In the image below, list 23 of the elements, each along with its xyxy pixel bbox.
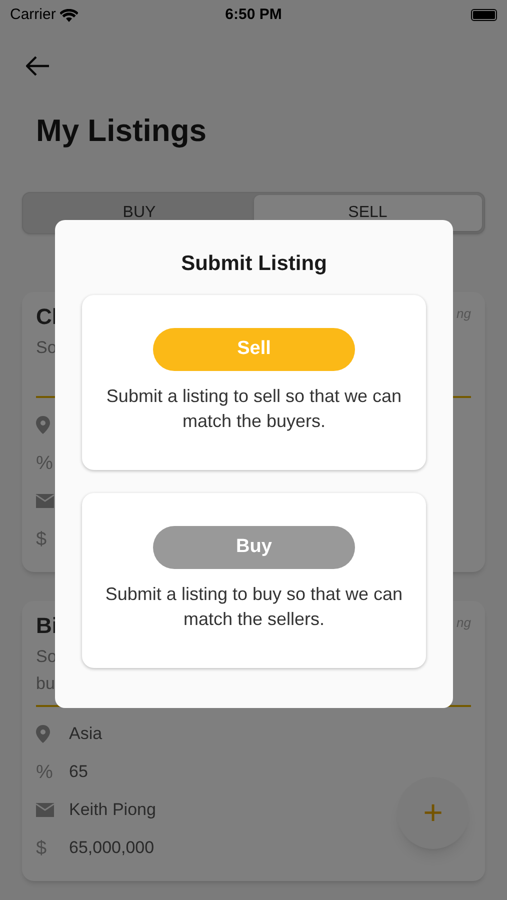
wifi-icon xyxy=(60,8,78,22)
symbol-icon: $ xyxy=(36,530,47,548)
location-pin-icon xyxy=(36,725,50,743)
symbol-icon: $ xyxy=(36,838,47,858)
option-description: Submit a listing to sell so that we can match the buyers. xyxy=(105,385,403,433)
detail-text: Keith Piong xyxy=(69,799,156,822)
detail-text: 65 xyxy=(69,761,88,784)
detail-text: 65,000,000 xyxy=(69,837,154,860)
status-time: 6:50 PM xyxy=(225,4,282,25)
symbol-icon: % xyxy=(36,762,53,782)
tab[interactable]: BUY xyxy=(25,195,254,231)
detail-text: Asia xyxy=(69,723,102,746)
listing-description: bu xyxy=(36,673,55,695)
mail-icon xyxy=(36,803,54,817)
location-pin-icon xyxy=(36,416,50,434)
page-title: My Listings xyxy=(35,112,208,150)
symbol-icon: % xyxy=(36,454,53,472)
buy-button[interactable]: Buy xyxy=(153,526,355,569)
back-arrow-icon[interactable] xyxy=(26,56,50,76)
carrier-label: Carrier xyxy=(10,4,56,25)
dialog-title: Submit Listing xyxy=(180,251,328,276)
sell-button[interactable]: Sell xyxy=(153,328,355,371)
battery-icon xyxy=(470,9,497,21)
